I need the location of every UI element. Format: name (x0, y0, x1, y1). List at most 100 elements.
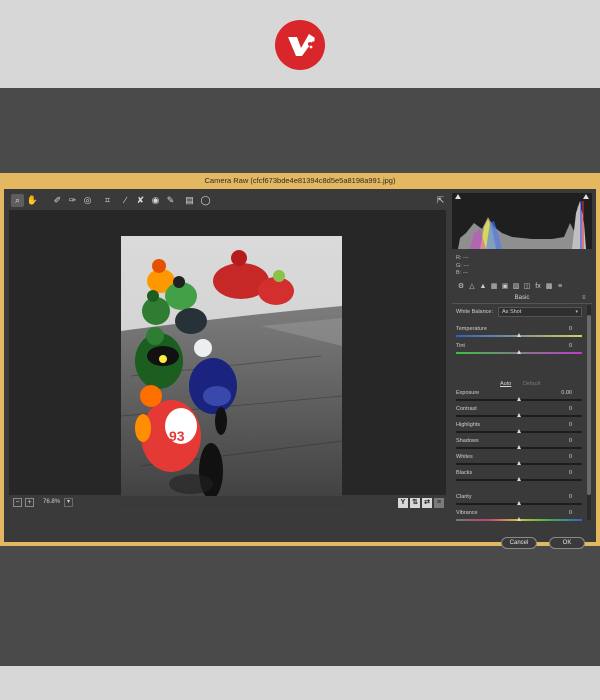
scrollbar-thumb[interactable] (587, 315, 591, 495)
shadows-value[interactable]: 0 (569, 437, 572, 445)
exposure-label: Exposure (456, 390, 480, 396)
exposure-slider-thumb[interactable] (516, 397, 521, 401)
panel-tab-4-icon[interactable]: ▣ (500, 282, 510, 292)
temperature-slider-thumb[interactable] (516, 333, 521, 337)
straighten-tool-icon[interactable]: ∕ (119, 194, 132, 207)
panel-tab-2-icon[interactable]: ▲ (478, 282, 488, 292)
white-balance-label: White Balance: (456, 309, 493, 315)
zoom-level: 76.8% (43, 499, 61, 505)
swap-settings-button[interactable]: ⇅ (410, 498, 420, 508)
radial-filter-icon[interactable]: ◯ (199, 194, 212, 207)
color-sampler-tool-icon[interactable]: ✑ (66, 194, 79, 207)
panel-title: Basic (452, 293, 592, 304)
panel-tab-0-icon[interactable]: ⚙ (456, 282, 466, 292)
panel-tab-8-icon[interactable]: ▩ (544, 282, 554, 292)
whites-label: Whites (456, 454, 473, 460)
clarity-label: Clarity (456, 494, 472, 500)
shadows-slider-thumb[interactable] (516, 445, 521, 449)
temperature-slider-row: Temperature 0 (456, 325, 584, 341)
green-readout: G: --- (456, 262, 469, 269)
top-band (0, 0, 600, 88)
shadow-clipping-warning-icon[interactable] (455, 194, 461, 199)
contrast-slider-thumb[interactable] (516, 413, 521, 417)
highlights-value[interactable]: 0 (569, 421, 572, 429)
site-logo (275, 20, 325, 70)
highlights-slider-row: Highlights 0 (456, 421, 584, 437)
white-balance-select[interactable]: As Shot ▾ (498, 307, 582, 317)
blacks-slider-row: Blacks 0 (456, 469, 584, 485)
whites-slider-thumb[interactable] (516, 461, 521, 465)
zoom-in-button[interactable]: + (25, 498, 34, 507)
shadows-label: Shadows (456, 438, 479, 444)
dialog-body: ⌕ ✋ ✐ ✑ ◎ ⌗ ∕ ✘ ◉ ✎ ▤ ◯ ⇱ 93 − + 76.8% ▾… (4, 189, 596, 549)
temperature-label: Temperature (456, 326, 487, 332)
crop-tool-icon[interactable]: ⌗ (101, 194, 114, 207)
graduated-filter-icon[interactable]: ▤ (183, 194, 196, 207)
white-balance-tool-icon[interactable]: ✐ (51, 194, 64, 207)
clarity-slider-row: Clarity 0 (456, 493, 584, 509)
preview-preferences-button[interactable]: ≡ (434, 498, 444, 508)
hand-tool-icon[interactable]: ✋ (26, 194, 39, 207)
default-link[interactable]: Default (523, 380, 540, 388)
tint-slider-row: Tint 0 (456, 342, 584, 358)
panel-scrollbar[interactable] (587, 305, 591, 520)
panel-menu-icon[interactable]: ≡ (582, 293, 586, 304)
dialog-title: Camera Raw (cfcf673bde4e81394c8d5e5a8198… (204, 176, 396, 185)
adjustment-brush-icon[interactable]: ✎ (164, 194, 177, 207)
highlights-slider-thumb[interactable] (516, 429, 521, 433)
toolbar: ⌕ ✋ ✐ ✑ ◎ ⌗ ∕ ✘ ◉ ✎ ▤ ◯ ⇱ (9, 193, 449, 208)
tint-label: Tint (456, 343, 465, 349)
status-bar: − + 76.8% ▾ Y ⇅ ⇄ ≡ (9, 496, 446, 510)
spot-removal-tool-icon[interactable]: ✘ (134, 194, 147, 207)
before-after-toggle-button[interactable]: Y (398, 498, 408, 508)
red-readout: R: --- (456, 255, 469, 261)
histogram (452, 193, 592, 249)
panel-tab-6-icon[interactable]: ◫ (522, 282, 532, 292)
clarity-value[interactable]: 0 (569, 493, 572, 501)
open-preferences-icon[interactable]: ⇱ (434, 194, 447, 207)
tint-value[interactable]: 0 (569, 342, 572, 350)
exposure-slider-row: Exposure 0.00 (456, 389, 584, 405)
zoom-tool-icon[interactable]: ⌕ (11, 194, 24, 207)
vibrance-slider-row: Vibrance 0 (456, 509, 584, 525)
camera-raw-dialog: Camera Raw (cfcf673bde4e81394c8d5e5a8198… (0, 173, 600, 549)
panel-tab-9-icon[interactable]: ≡ (555, 282, 565, 292)
whites-slider-row: Whites 0 (456, 453, 584, 469)
zoom-dropdown[interactable]: ▾ (64, 498, 73, 507)
panel-tabs: ⚙ △ ▲ ▦ ▣ ▨ ◫ fx ▩ ≡ (452, 281, 592, 293)
contrast-slider-row: Contrast 0 (456, 405, 584, 421)
panel-tab-3-icon[interactable]: ▦ (489, 282, 499, 292)
contrast-value[interactable]: 0 (569, 405, 572, 413)
targeted-adjustment-tool-icon[interactable]: ◎ (81, 194, 94, 207)
exposure-value[interactable]: 0.00 (561, 389, 572, 397)
panel-tab-1-icon[interactable]: △ (467, 282, 477, 292)
auto-link[interactable]: Auto (500, 380, 511, 388)
zoom-out-button[interactable]: − (13, 498, 22, 507)
blacks-value[interactable]: 0 (569, 469, 572, 477)
clarity-slider-thumb[interactable] (516, 501, 521, 505)
cancel-button[interactable]: Cancel (501, 537, 537, 549)
blue-readout: B: --- (456, 270, 469, 276)
contrast-label: Contrast (456, 406, 477, 412)
rgb-readout: R: --- G: --- B: --- (456, 255, 469, 278)
panel-tab-5-icon[interactable]: ▨ (511, 282, 521, 292)
vibrance-value[interactable]: 0 (569, 509, 572, 517)
blacks-slider-thumb[interactable] (516, 477, 521, 481)
image-preview-canvas[interactable]: 93 (9, 210, 446, 511)
panel-tab-7-icon[interactable]: fx (533, 282, 543, 292)
blacks-label: Blacks (456, 470, 473, 476)
copy-settings-button[interactable]: ⇄ (422, 498, 432, 508)
temperature-value[interactable]: 0 (569, 325, 572, 333)
shadows-slider-row: Shadows 0 (456, 437, 584, 453)
chevron-down-icon: ▾ (575, 309, 578, 315)
white-balance-value: As Shot (502, 309, 522, 315)
ok-button[interactable]: OK (549, 537, 585, 549)
vibrance-label: Vibrance (456, 510, 478, 516)
red-eye-tool-icon[interactable]: ◉ (149, 194, 162, 207)
highlights-label: Highlights (456, 422, 481, 428)
whites-value[interactable]: 0 (569, 453, 572, 461)
vibrance-slider-thumb[interactable] (516, 517, 521, 521)
highlight-clipping-warning-icon[interactable] (583, 194, 589, 199)
tint-slider-thumb[interactable] (516, 350, 521, 354)
motorcycle-race-photo: 93 (121, 236, 342, 511)
